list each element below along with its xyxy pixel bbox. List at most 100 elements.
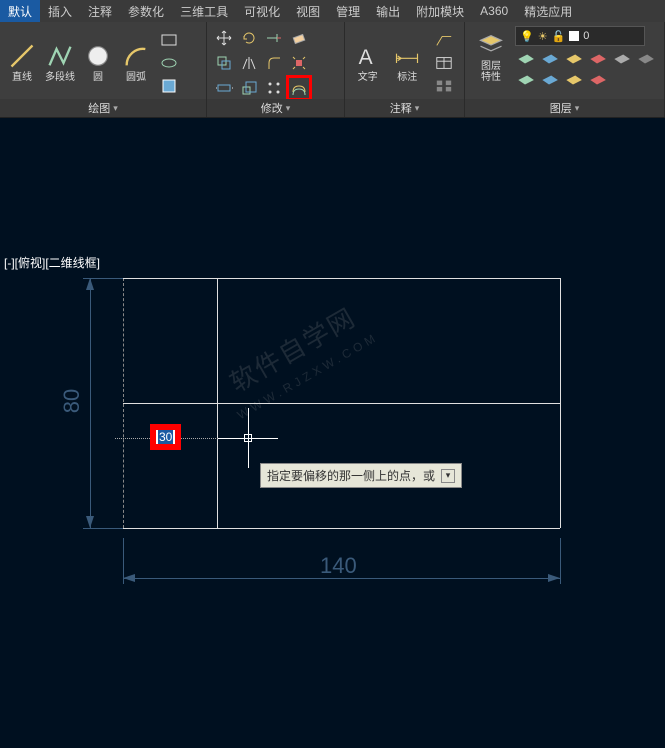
array-button[interactable] — [263, 77, 285, 99]
svg-text:A: A — [358, 46, 372, 69]
dimension-button[interactable]: 标注 — [391, 42, 425, 83]
tab-featured[interactable]: 精选应用 — [516, 0, 580, 23]
stretch-button[interactable] — [213, 77, 235, 99]
move-button[interactable] — [213, 27, 235, 49]
trim-button[interactable] — [263, 27, 285, 49]
polyline-button[interactable]: 多段线 — [44, 42, 76, 83]
rectangle-icon — [160, 31, 178, 49]
layer-color-swatch — [569, 31, 579, 41]
tab-3dtools[interactable]: 三维工具 — [172, 0, 236, 23]
dim-v-arrow-bot — [86, 516, 94, 528]
offset-button[interactable] — [288, 77, 310, 99]
panel-draw: 直线 多段线 圆 圆弧 — [0, 22, 207, 117]
tab-view[interactable]: 视图 — [288, 0, 328, 23]
copy-button[interactable] — [213, 52, 235, 74]
panel-annotation: A 文字 标注 注释▾ — [345, 22, 465, 117]
arc-icon — [122, 42, 150, 70]
layer-tool-10[interactable] — [587, 70, 607, 88]
panel-layers-label: 图层 — [550, 100, 572, 116]
tab-a360[interactable]: A360 — [472, 1, 516, 21]
ellipse-button[interactable] — [158, 53, 180, 73]
layer-tool-9[interactable] — [563, 70, 583, 88]
ann-more-button[interactable] — [430, 76, 458, 96]
dim-value-horizontal: 140 — [320, 553, 357, 579]
panel-annotation-expand[interactable]: ▾ — [415, 103, 420, 114]
viewport-label[interactable]: [-][俯视][二维线框] — [4, 254, 100, 271]
drawing-area: 80 140 30 — [60, 278, 620, 748]
tooltip-text: 指定要偏移的那一侧上的点，或 — [267, 467, 435, 484]
layer-isolate-icon — [587, 49, 607, 69]
tab-addins[interactable]: 附加模块 — [408, 0, 472, 23]
fillet-icon — [265, 54, 283, 72]
offset-icon — [290, 79, 308, 97]
tab-parametric[interactable]: 参数化 — [120, 0, 172, 23]
layer-off-icon — [635, 49, 655, 69]
layer-tool-8[interactable] — [539, 70, 559, 88]
hatch-icon — [160, 77, 178, 95]
panel-draw-expand[interactable]: ▾ — [113, 103, 118, 114]
dynamic-input-value: 30 — [158, 430, 173, 444]
ribbon: 直线 多段线 圆 圆弧 — [0, 22, 665, 118]
tab-output[interactable]: 输出 — [368, 0, 408, 23]
stretch-icon — [215, 79, 233, 97]
erase-button[interactable] — [288, 27, 310, 49]
dim-v-ext-bot — [83, 528, 123, 529]
copy-icon — [215, 54, 233, 72]
tab-default[interactable]: 默认 — [0, 0, 40, 23]
panel-draw-label: 绘图 — [88, 100, 110, 116]
tab-insert[interactable]: 插入 — [40, 0, 80, 23]
layer-properties-icon — [477, 31, 505, 59]
layer-tool-1[interactable] — [515, 49, 535, 67]
circle-button[interactable]: 圆 — [82, 42, 114, 83]
tab-annotate[interactable]: 注释 — [80, 0, 120, 23]
grid-icon — [435, 77, 453, 95]
rotate-button[interactable] — [238, 27, 260, 49]
leader-button[interactable] — [430, 30, 458, 50]
bulb-icon: 💡 — [520, 30, 534, 43]
rectangle-button[interactable] — [158, 30, 180, 50]
dynamic-input-box[interactable]: 30 — [150, 424, 181, 450]
layer-tool-6[interactable] — [635, 49, 655, 67]
fillet-button[interactable] — [263, 52, 285, 74]
panel-layers: 图层 特性 💡 ☀ 🔓 0 — [465, 22, 665, 117]
line-button[interactable]: 直线 — [6, 42, 38, 83]
dim-h-arrow-left — [123, 574, 135, 582]
text-icon: A — [354, 42, 382, 70]
scale-button[interactable] — [238, 77, 260, 99]
panel-layers-expand[interactable]: ▾ — [575, 103, 580, 114]
mirror-icon — [240, 54, 258, 72]
layer-tool-4[interactable] — [587, 49, 607, 67]
tab-manage[interactable]: 管理 — [328, 0, 368, 23]
draw-small-tools — [158, 30, 180, 96]
dim-h-ext-right — [560, 538, 561, 584]
tab-visualize[interactable]: 可视化 — [236, 0, 288, 23]
layer-make-current-icon — [515, 49, 535, 69]
drawing-canvas[interactable]: [-][俯视][二维线框] 软件自学网 WWW.RJZXW.COM 80 140 — [0, 118, 665, 685]
layer-tool-7[interactable] — [515, 70, 535, 88]
ellipse-icon — [160, 54, 178, 72]
ann-small-tools — [430, 30, 458, 96]
text-button[interactable]: A 文字 — [351, 42, 385, 83]
rotate-icon — [240, 29, 258, 47]
explode-button[interactable] — [288, 52, 310, 74]
hatch-button[interactable] — [158, 76, 180, 96]
layer-tool-3[interactable] — [563, 49, 583, 67]
circle-icon — [84, 42, 112, 70]
arc-button[interactable]: 圆弧 — [120, 42, 152, 83]
leader-icon — [435, 31, 453, 49]
layer-properties-button[interactable]: 图层 特性 — [471, 31, 511, 83]
dim-h-arrow-right — [548, 574, 560, 582]
lock-icon: 🔓 — [552, 30, 566, 43]
layer-name: 0 — [583, 30, 589, 42]
panel-modify: 修改▾ — [207, 22, 345, 117]
trim-icon — [265, 29, 283, 47]
table-button[interactable] — [430, 53, 458, 73]
mirror-button[interactable] — [238, 52, 260, 74]
panel-modify-expand[interactable]: ▾ — [286, 103, 291, 114]
layer-tool-2[interactable] — [539, 49, 559, 67]
layer-tool-5[interactable] — [611, 49, 631, 67]
layer-combo[interactable]: 💡 ☀ 🔓 0 — [515, 26, 645, 46]
erase-icon — [290, 29, 308, 47]
tooltip-dropdown-icon[interactable]: ▾ — [441, 469, 455, 483]
sun-icon: ☀ — [538, 30, 548, 43]
